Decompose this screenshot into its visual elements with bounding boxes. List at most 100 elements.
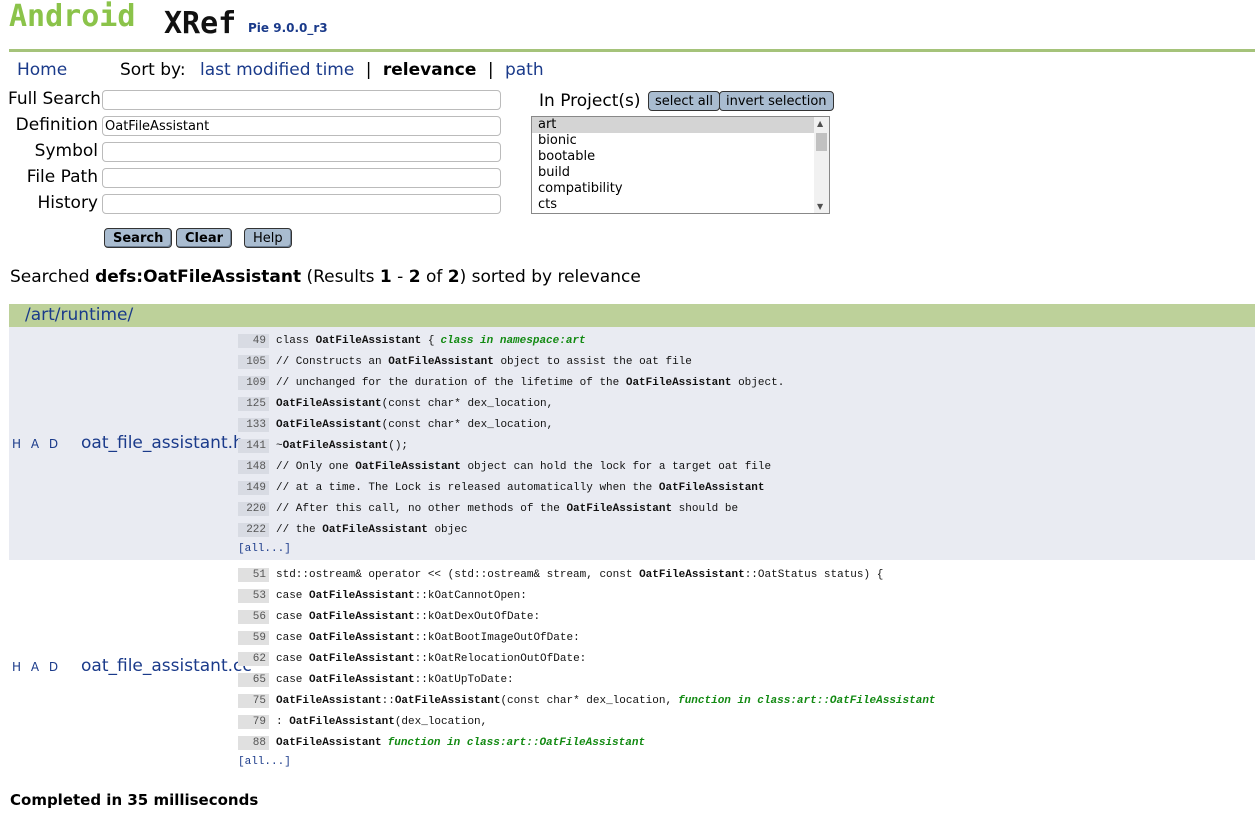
- directory-link[interactable]: /art/runtime/: [25, 305, 133, 325]
- code-text: case: [276, 653, 310, 665]
- code-text: ::kOatCannotOpen:: [414, 590, 527, 602]
- invert-selection-button[interactable]: invert selection: [719, 91, 834, 111]
- line-number-link[interactable]: 59: [238, 631, 269, 645]
- definition-annotation: class in namespace:art: [440, 335, 586, 347]
- code-snippet-link[interactable]: std::ostream& operator << (std::ostream&…: [276, 568, 883, 582]
- code-snippet-link[interactable]: OatFileAssistant function in class:art::O…: [276, 736, 645, 750]
- code-snippet-link[interactable]: // unchanged for the duration of the lif…: [276, 376, 784, 390]
- line-number-link[interactable]: 49: [238, 334, 269, 348]
- definition-annotation: function in class:art::OatFileAssistant: [678, 695, 936, 707]
- search-button[interactable]: Search: [104, 228, 173, 248]
- project-option-bootable[interactable]: bootable: [532, 149, 815, 165]
- summary-of: of: [420, 267, 448, 287]
- code-snippet-link[interactable]: // Only one OatFileAssistant object can …: [276, 460, 771, 474]
- code-snippet-link[interactable]: case OatFileAssistant::kOatBootImageOutO…: [276, 631, 580, 645]
- line-number-link[interactable]: 88: [238, 736, 269, 750]
- line-number-link[interactable]: 56: [238, 610, 269, 624]
- line-number-link[interactable]: 149: [238, 481, 269, 495]
- matched-symbol: OatFileAssistant: [322, 524, 428, 536]
- project-option-compatibility[interactable]: compatibility: [532, 181, 815, 197]
- result-file-link[interactable]: oat_file_assistant.h: [81, 433, 244, 453]
- line-number-link[interactable]: 53: [238, 589, 269, 603]
- had-links[interactable]: H A D: [12, 437, 61, 451]
- sort-relevance-active: relevance: [382, 60, 477, 80]
- code-snippet-link[interactable]: // at a time. The Lock is released autom…: [276, 481, 765, 495]
- code-snippet-link[interactable]: case OatFileAssistant::kOatCannotOpen:: [276, 589, 527, 603]
- matched-symbol: OatFileAssistant: [309, 611, 415, 623]
- select-all-button[interactable]: select all: [648, 91, 720, 111]
- had-links[interactable]: H A D: [12, 660, 61, 674]
- code-text: // the: [276, 524, 323, 536]
- history-input[interactable]: [102, 194, 501, 214]
- code-snippet-link[interactable]: case OatFileAssistant::kOatRelocationOut…: [276, 652, 586, 666]
- full-search-input[interactable]: [102, 90, 501, 110]
- code-snippet-link[interactable]: : OatFileAssistant(dex_location,: [276, 715, 487, 729]
- code-snippet-link[interactable]: case OatFileAssistant::kOatDexOutOfDate:: [276, 610, 540, 624]
- result-file-link[interactable]: oat_file_assistant.cc: [81, 656, 252, 676]
- line-number-link[interactable]: 65: [238, 673, 269, 687]
- file-path-input[interactable]: [102, 168, 501, 188]
- home-link[interactable]: Home: [17, 60, 67, 80]
- line-number-link[interactable]: 105: [238, 355, 269, 369]
- sort-path-link[interactable]: path: [505, 60, 544, 80]
- clear-button[interactable]: Clear: [176, 228, 232, 248]
- line-number-link[interactable]: 109: [238, 376, 269, 390]
- line-number-link[interactable]: 125: [238, 397, 269, 411]
- code-text: ::kOatBootImageOutOfDate:: [414, 632, 580, 644]
- code-text: object.: [731, 377, 785, 389]
- search-summary: Searched defs:OatFileAssistant (Results …: [10, 267, 641, 287]
- full-search-label: Full Search: [8, 89, 101, 109]
- code-snippet-link[interactable]: OatFileAssistant::OatFileAssistant(const…: [276, 694, 936, 708]
- code-snippet-link[interactable]: OatFileAssistant(const char* dex_locatio…: [276, 397, 553, 411]
- code-snippet-link[interactable]: // Constructs an OatFileAssistant object…: [276, 355, 692, 369]
- code-text: case: [276, 611, 310, 623]
- logo-xref-text: XRef: [164, 6, 237, 41]
- project-option-bionic[interactable]: bionic: [532, 133, 815, 149]
- project-list[interactable]: art bionic bootable build compatibility …: [531, 116, 830, 214]
- project-list-scrollbar[interactable]: ▲ ▼: [814, 117, 829, 213]
- sort-last-modified-link[interactable]: last modified time: [200, 60, 354, 80]
- code-text: // at a time. The Lock is released autom…: [276, 482, 659, 494]
- code-snippet-link[interactable]: class OatFileAssistant {class in namespa…: [276, 334, 586, 348]
- code-text: (const char* dex_location,: [500, 695, 673, 707]
- line-number-link[interactable]: 222: [238, 523, 269, 537]
- scrollbar-thumb[interactable]: [816, 133, 827, 151]
- line-number-link[interactable]: 79: [238, 715, 269, 729]
- line-number-link[interactable]: 75: [238, 694, 269, 708]
- matched-symbol: OatFileAssistant: [276, 695, 382, 707]
- matched-symbol: OatFileAssistant: [276, 419, 382, 431]
- definition-annotation: function in class:art::OatFileAssistant: [387, 737, 646, 749]
- line-number-link[interactable]: 141: [238, 439, 269, 453]
- definition-label: Definition: [15, 115, 98, 135]
- code-snippet-link[interactable]: // After this call, no other methods of …: [276, 502, 738, 516]
- line-number-link[interactable]: 148: [238, 460, 269, 474]
- scroll-up-icon[interactable]: ▲: [817, 119, 823, 128]
- line-number-link[interactable]: 62: [238, 652, 269, 666]
- code-snippet-link[interactable]: // the OatFileAssistant objec: [276, 523, 467, 537]
- show-all-link[interactable]: [all...]: [238, 543, 291, 555]
- history-label: History: [37, 193, 98, 213]
- line-number-link[interactable]: 133: [238, 418, 269, 432]
- code-text: (dex_location,: [394, 716, 488, 728]
- project-option-build[interactable]: build: [532, 165, 815, 181]
- results-directory-header: /art/runtime/: [9, 304, 1255, 327]
- code-snippet-link[interactable]: case OatFileAssistant::kOatUpToDate:: [276, 673, 514, 687]
- version-label[interactable]: Pie 9.0.0_r3: [248, 21, 328, 35]
- symbol-input[interactable]: [102, 142, 501, 162]
- code-snippet-link[interactable]: OatFileAssistant(const char* dex_locatio…: [276, 418, 553, 432]
- code-snippet-link[interactable]: ~OatFileAssistant();: [276, 439, 408, 453]
- project-option-art[interactable]: art: [532, 117, 815, 133]
- definition-input[interactable]: [102, 116, 501, 136]
- line-number-link[interactable]: 220: [238, 502, 269, 516]
- matched-symbol: OatFileAssistant: [394, 695, 501, 707]
- matched-symbol: OatFileAssistant: [355, 461, 461, 473]
- project-option-cts[interactable]: cts: [532, 197, 815, 213]
- matched-symbol: OatFileAssistant: [309, 674, 415, 686]
- line-number-link[interactable]: 51: [238, 568, 269, 582]
- sort-separator: |: [365, 60, 372, 80]
- scroll-down-icon[interactable]: ▼: [817, 202, 823, 211]
- show-all-link[interactable]: [all...]: [238, 756, 291, 768]
- matched-symbol: OatFileAssistant: [566, 503, 673, 515]
- help-button[interactable]: Help: [244, 228, 292, 248]
- code-text: // unchanged for the duration of the lif…: [276, 377, 626, 389]
